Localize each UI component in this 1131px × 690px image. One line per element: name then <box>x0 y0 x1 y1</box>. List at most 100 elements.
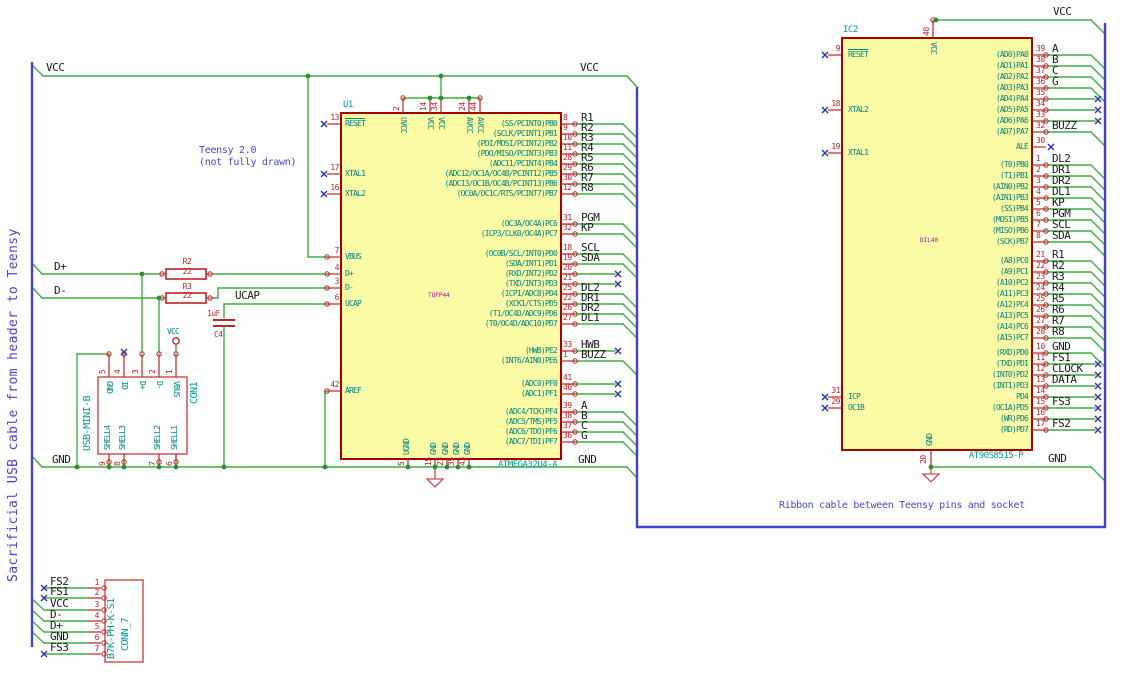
ic2-pin-number: 4 <box>1036 187 1041 196</box>
schematic-canvas[interactable]: Sacrificial USB cable from header to Tee… <box>0 0 1131 690</box>
u1-pin-name: (ICP3/CLK0/OC4A)PC7 <box>480 229 558 238</box>
conn7-pin-number: 2 <box>94 588 100 597</box>
net-label-buzz[interactable]: BUZZ <box>581 349 606 360</box>
conn7-ref[interactable]: CONN_7 <box>120 618 131 651</box>
u1-pin-name: (INT6/AIN0)PE6 <box>500 356 558 365</box>
ic2-footprint[interactable]: DIL40 <box>920 238 938 244</box>
ic2-pin-name: (SCK)PB7 <box>995 237 1029 246</box>
conn7-value[interactable]: B7K-PH-K-S1 <box>106 598 117 659</box>
u1-pin-number: 6 <box>334 293 340 302</box>
ic2-pin-number: 31 <box>831 386 840 395</box>
note-usb-cable[interactable]: Sacrificial USB cable from header to Tee… <box>6 228 21 582</box>
conn7-pin-number: 1 <box>94 578 100 587</box>
net-label-vcc-right[interactable]: VCC <box>580 62 599 73</box>
r3-value[interactable]: 22 <box>183 292 192 300</box>
con1-pin-name: SHELL4 <box>103 425 112 450</box>
ic2-pin-number: 18 <box>831 99 840 108</box>
ic2-pin-name: (OC1A)PD5 <box>991 403 1029 412</box>
u1-pin-number: 30 <box>563 173 572 182</box>
con1-pin-number: 3 <box>131 369 140 374</box>
ic2-pin-number: 10 <box>1036 342 1045 351</box>
net-label-buzz[interactable]: BUZZ <box>1052 120 1077 131</box>
u1-pin-name: GND <box>441 442 450 455</box>
ic2-pin-name: (INT0)PD2 <box>991 370 1029 379</box>
ic2-pin-number: 8 <box>1036 231 1041 240</box>
u1-pin-name: (ADC0)PF0 <box>520 379 558 388</box>
ic2-pin-number: 7 <box>1036 220 1041 229</box>
u1-pin-number: 16 <box>330 183 339 192</box>
c4-value[interactable]: 1uF <box>207 310 220 318</box>
ic2-pin-number: 25 <box>1036 294 1045 303</box>
u1-value[interactable]: ATMEGA32U4-A <box>498 461 558 470</box>
ic2-pin-name: RESET <box>848 50 869 59</box>
net-label-dl1[interactable]: DL1 <box>581 312 600 323</box>
u1-pin-name: (HWB)PE2 <box>524 346 558 355</box>
u1-pin-number: 11 <box>563 143 572 152</box>
net-label-ic2-gnd[interactable]: GND <box>1048 453 1067 464</box>
net-label-fs3[interactable]: FS3 <box>50 642 69 653</box>
net-label-dplus[interactable]: D+ <box>54 261 67 272</box>
net-label-gnd-right[interactable]: GND <box>578 454 597 465</box>
net-label-g[interactable]: G <box>1052 76 1059 87</box>
r2-value[interactable]: 22 <box>183 268 192 276</box>
ic2-pin-number: 33 <box>1036 110 1045 119</box>
u1-pin-name: AVCC <box>476 117 485 134</box>
net-label-sda[interactable]: SDA <box>1052 230 1071 241</box>
u1-pin-number: 37 <box>563 421 572 430</box>
ic2-pin-number: 15 <box>1036 397 1045 406</box>
note-teensy-2[interactable]: (not fully drawn) <box>199 158 297 168</box>
net-label-dminus[interactable]: D- <box>54 285 67 296</box>
con1-ref[interactable]: CON1 <box>189 382 200 404</box>
net-label-kp[interactable]: KP <box>581 222 594 233</box>
u1-pin-name: VBUS <box>345 252 362 261</box>
con1-value[interactable]: USB-MINI-B <box>82 396 93 451</box>
net-label-r8[interactable]: R8 <box>581 182 594 193</box>
u1-pin-number: 19 <box>563 253 572 262</box>
net-label-g[interactable]: G <box>581 430 588 441</box>
u1-pin-name: (OC3A/OC4A)PC6 <box>500 219 558 228</box>
ic2-pin-name: ICP <box>848 392 861 401</box>
u1-pin-number: 3 <box>334 277 340 286</box>
u1-pin-number: 26 <box>563 303 572 312</box>
r2-ref[interactable]: R2 <box>183 258 192 266</box>
u1-pin-number: 10 <box>563 133 572 142</box>
net-label-ic2-vcc[interactable]: VCC <box>1053 6 1072 17</box>
net-label-vcc-left[interactable]: VCC <box>46 62 65 73</box>
u1-pin-number: 29 <box>563 163 572 172</box>
ic2-pin-number: 23 <box>1036 272 1045 281</box>
u1-ref[interactable]: U1 <box>343 101 353 110</box>
ic2-pin-number: 30 <box>1036 136 1045 145</box>
u1-pin-name: (SS/PCINT0)PB0 <box>500 119 558 128</box>
ic2-ref[interactable]: IC2 <box>843 26 858 35</box>
net-label-sda[interactable]: SDA <box>581 252 600 263</box>
u1-pin-name: (ADC6/TDO)PF6 <box>504 427 558 436</box>
note-ribbon-cable[interactable]: Ribbon cable between Teensy pins and soc… <box>779 501 1025 511</box>
u1-pin-number: 40 <box>563 383 572 392</box>
ic2-pin-name: (AD0)PA0 <box>995 50 1029 59</box>
net-label-fs3[interactable]: FS3 <box>1052 396 1071 407</box>
note-teensy-1[interactable]: Teensy 2.0 <box>199 146 257 156</box>
net-label-ucap[interactable]: UCAP <box>235 290 260 301</box>
u1-footprint[interactable]: TQFP44 <box>428 293 450 299</box>
u1-pin-name: XTAL1 <box>345 169 366 178</box>
u1-pin-number: 27 <box>563 313 572 322</box>
ic2-pin-number: 22 <box>1036 261 1045 270</box>
net-label-r8[interactable]: R8 <box>1052 326 1065 337</box>
ic2-pin-name: ALE <box>1015 142 1029 151</box>
net-label-fs1[interactable]: FS1 <box>50 586 69 597</box>
net-label-data[interactable]: DATA <box>1052 374 1077 385</box>
net-label-fs2[interactable]: FS2 <box>1052 418 1071 429</box>
ic2-value[interactable]: AT90S8515-P <box>969 452 1024 461</box>
c4-ref[interactable]: C4 <box>214 331 223 339</box>
r3-ref[interactable]: R3 <box>183 283 192 291</box>
net-label-gnd-left[interactable]: GND <box>52 454 71 465</box>
u1-pin-number: 5 <box>397 461 406 466</box>
con1-pin-number: 8 <box>113 461 122 466</box>
ic2-pin-number: 39 <box>1036 44 1045 53</box>
u1-pin-number: 39 <box>563 401 572 410</box>
ic2-pin-name: (AIN1)PB3 <box>991 193 1029 202</box>
ic2-pin-number: 40 <box>922 27 931 36</box>
u1-pin-name: (ADC7/TDI)PF7 <box>504 437 558 446</box>
c4-body[interactable] <box>213 319 235 327</box>
ic2-pin-number: 21 <box>1036 250 1045 259</box>
